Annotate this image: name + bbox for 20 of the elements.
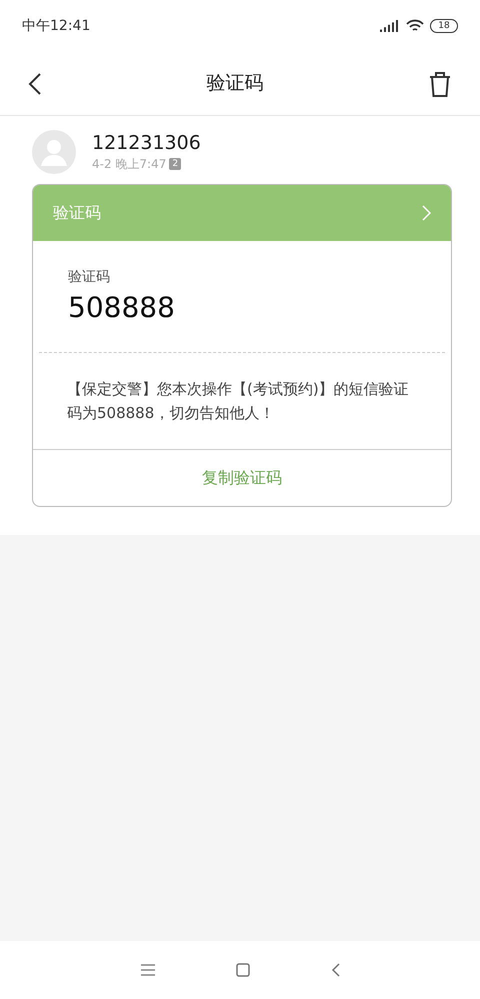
back-icon[interactable] [28, 72, 42, 96]
page-title: 验证码 [206, 71, 264, 96]
home-icon[interactable] [236, 963, 250, 977]
signal-icon [380, 20, 400, 32]
message-time: 4-2 晚上7:47 [92, 156, 166, 173]
code-label: 验证码 [68, 268, 111, 287]
verification-code: 508888 [68, 290, 176, 326]
sim-badge: 2 [169, 158, 182, 170]
copy-code-button[interactable]: 复制验证码 [33, 450, 451, 506]
status-time: 中午12:41 [22, 16, 90, 36]
menu-icon[interactable] [140, 964, 154, 976]
trash-icon[interactable] [428, 70, 452, 96]
message-text: 【保定交警】您本次操作【(考试预约)】的短信验证码为508888，切勿告知他人！ [67, 379, 410, 424]
chevron-right-icon [422, 205, 431, 221]
sender-number: 121231306 [92, 131, 201, 155]
card-header[interactable]: 验证码 [33, 185, 451, 241]
card-header-title: 验证码 [53, 202, 101, 224]
back-nav-icon[interactable] [330, 963, 340, 977]
wifi-icon [406, 19, 424, 33]
battery-indicator: 18 [430, 19, 458, 33]
